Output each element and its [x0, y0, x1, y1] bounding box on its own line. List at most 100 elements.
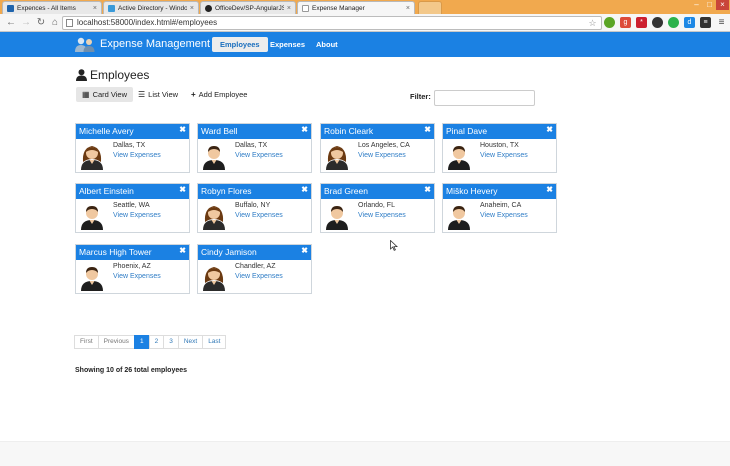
employee-location: Dallas, TX [235, 142, 268, 149]
nav-expenses[interactable]: Expenses [262, 37, 313, 52]
employee-name[interactable]: Brad Green [324, 186, 368, 196]
employee-location: Dallas, TX [113, 142, 146, 149]
evernote-icon[interactable] [604, 17, 615, 28]
grid-icon: ▦ [82, 90, 90, 99]
google-plus-icon[interactable]: g [620, 17, 631, 28]
avatar [201, 202, 227, 230]
browser-tab-active[interactable]: Expense Manager × [297, 1, 415, 14]
browser-toolbar: ← → ↻ ⌂ localhost:58000/index.html#/empl… [0, 14, 730, 32]
add-employee-button[interactable]: + Add Employee [185, 87, 253, 102]
close-icon[interactable]: × [406, 5, 410, 12]
pagination: First Previous 1 2 3 Next Last [74, 335, 227, 349]
maximize-icon[interactable]: □ [703, 0, 716, 10]
delete-icon[interactable]: ✖ [301, 185, 308, 194]
employee-card: Robyn Flores ✖ Buffalo, NY View Expenses [197, 183, 312, 233]
employee-name[interactable]: Cindy Jamison [201, 247, 257, 257]
employee-card: Cindy Jamison ✖ Chandler, AZ View Expenses [197, 244, 312, 294]
browser-tab[interactable]: OfficeDev/SP-AngularJS- × [200, 1, 296, 14]
layers-icon[interactable]: ≡ [700, 17, 711, 28]
employee-name[interactable]: Michelle Avery [79, 126, 134, 136]
avatar [79, 202, 105, 230]
employee-name[interactable]: Ward Bell [201, 126, 238, 136]
view-expenses-link[interactable]: View Expenses [235, 273, 283, 280]
minimize-icon[interactable]: – [690, 0, 703, 10]
dash-icon[interactable]: d [684, 17, 695, 28]
avatar [446, 202, 472, 230]
employee-location: Orlando, FL [358, 202, 395, 209]
pagination-page-2[interactable]: 2 [148, 335, 165, 349]
tab-title: Active Directory - Windo [118, 4, 187, 12]
card-view-button[interactable]: ▦ Card View [76, 87, 134, 102]
green-dot-icon[interactable] [668, 17, 679, 28]
windows-icon [108, 4, 115, 12]
delete-icon[interactable]: ✖ [424, 125, 431, 134]
pagination-page-3[interactable]: 3 [163, 335, 179, 349]
view-expenses-link[interactable]: View Expenses [113, 212, 161, 219]
back-arrow-icon[interactable]: ← [5, 16, 17, 29]
list-view-button[interactable]: ☰ List View [132, 87, 184, 102]
view-expenses-link[interactable]: View Expenses [113, 152, 161, 159]
view-expenses-link[interactable]: View Expenses [235, 152, 283, 159]
lastpass-icon[interactable]: * [636, 17, 647, 28]
pagination-page-1[interactable]: 1 [133, 335, 150, 349]
tab-title: Expences - All Items [17, 4, 76, 12]
avatar [324, 202, 350, 230]
address-bar[interactable]: localhost:58000/index.html#/employees [62, 16, 602, 30]
delete-icon[interactable]: ✖ [546, 125, 553, 134]
pagination-previous[interactable]: Previous [97, 335, 135, 349]
nav-employees[interactable]: Employees [212, 37, 268, 52]
employee-location: Phoenix, AZ [113, 263, 151, 270]
pagination-next[interactable]: Next [177, 335, 204, 349]
view-expenses-link[interactable]: View Expenses [358, 212, 406, 219]
card-header: Albert Einstein ✖ [76, 184, 189, 199]
view-expenses-link[interactable]: View Expenses [480, 152, 528, 159]
home-icon[interactable]: ⌂ [49, 16, 61, 29]
page-footer [0, 441, 730, 466]
close-icon[interactable]: × [287, 5, 291, 12]
delete-icon[interactable]: ✖ [424, 185, 431, 194]
employee-name[interactable]: Robin Cleark [324, 126, 373, 136]
delete-icon[interactable]: ✖ [179, 185, 186, 194]
view-expenses-link[interactable]: View Expenses [113, 273, 161, 280]
forward-arrow-icon[interactable]: → [20, 16, 32, 29]
employee-name[interactable]: Albert Einstein [79, 186, 134, 196]
browser-tab[interactable]: Expences - All Items × [2, 1, 102, 14]
view-expenses-link[interactable]: View Expenses [358, 152, 406, 159]
employee-location: Houston, TX [480, 142, 519, 149]
employee-location: Chandler, AZ [235, 263, 276, 270]
browser-tab[interactable]: Active Directory - Windo × [103, 1, 199, 14]
employee-name[interactable]: Pinal Dave [446, 126, 487, 136]
filter-input[interactable] [434, 90, 535, 106]
close-window-icon[interactable]: × [716, 0, 729, 10]
new-tab-button[interactable] [418, 1, 442, 14]
pagination-first[interactable]: First [74, 335, 99, 349]
page-title: Employees [76, 68, 149, 82]
employee-name[interactable]: Robyn Flores [201, 186, 252, 196]
record-icon[interactable] [652, 17, 663, 28]
delete-icon[interactable]: ✖ [179, 246, 186, 255]
card-header: Cindy Jamison ✖ [198, 245, 311, 260]
close-icon[interactable]: × [93, 5, 97, 12]
employee-name[interactable]: Miško Hevery [446, 186, 497, 196]
reload-icon[interactable]: ↻ [35, 16, 47, 29]
close-icon[interactable]: × [190, 5, 194, 12]
card-view-label: Card View [92, 90, 128, 99]
page-title-text: Employees [90, 68, 150, 82]
delete-icon[interactable]: ✖ [301, 125, 308, 134]
nav-about[interactable]: About [308, 37, 346, 52]
view-expenses-link[interactable]: View Expenses [480, 212, 528, 219]
employee-card: Brad Green ✖ Orlando, FL View Expenses [320, 183, 435, 233]
menu-icon[interactable]: ≡ [716, 17, 727, 28]
brand-title[interactable]: Expense Management [100, 38, 210, 50]
pagination-last[interactable]: Last [202, 335, 227, 349]
delete-icon[interactable]: ✖ [546, 185, 553, 194]
delete-icon[interactable]: ✖ [301, 246, 308, 255]
delete-icon[interactable]: ✖ [179, 125, 186, 134]
employee-name[interactable]: Marcus High Tower [79, 247, 152, 257]
star-icon[interactable]: ☆ [587, 18, 598, 29]
view-expenses-link[interactable]: View Expenses [235, 212, 283, 219]
card-header: Ward Bell ✖ [198, 124, 311, 139]
employee-card: Robin Cleark ✖ Los Angeles, CA View Expense… [320, 123, 435, 173]
employee-card: Marcus High Tower ✖ Phoenix, AZ View Expens… [75, 244, 190, 294]
page-icon [66, 19, 73, 27]
